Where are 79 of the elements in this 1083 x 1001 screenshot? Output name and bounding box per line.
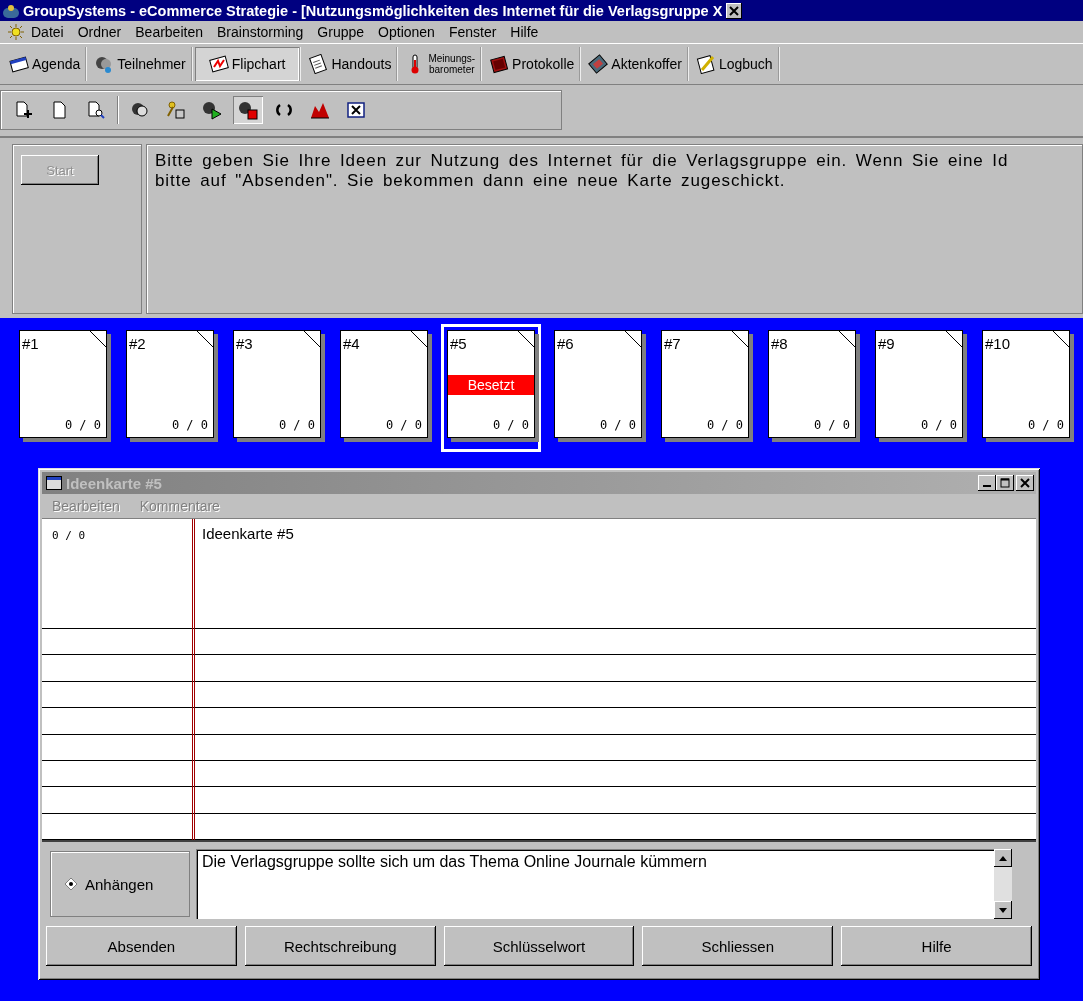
instruction-text: Bitte geben Sie Ihre Ideen zur Nutzung des Internet für die Verlagsgruppe ein. Wenn Sie eine Id — [155, 151, 1010, 171]
folded-corner-icon — [625, 331, 641, 347]
card-number: #1 — [22, 335, 39, 352]
card-slot[interactable]: #10 0 / 0 — [976, 324, 1076, 452]
card-count: 0 / 0 — [492, 418, 529, 432]
folded-corner-icon — [90, 331, 106, 347]
folded-corner-icon — [1053, 331, 1069, 347]
maximize-button[interactable] — [996, 475, 1014, 491]
card-slot[interactable]: #1 0 / 0 — [13, 324, 113, 452]
instruction-text: bitte auf "Absenden". Sie bekommen dann eine neue Karte zugeschickt. — [155, 171, 787, 191]
card-count: 0 / 0 — [171, 418, 208, 432]
card-count: 0 / 0 — [920, 418, 957, 432]
app-logo-icon — [3, 3, 19, 18]
menu-item[interactable]: Ordner — [70, 24, 129, 40]
sun-icon — [8, 24, 24, 40]
minimize-icon — [983, 485, 991, 487]
card-count: 0 / 0 — [64, 418, 101, 432]
card-slot[interactable]: #4 0 / 0 — [334, 324, 434, 452]
card-number: #3 — [236, 335, 253, 352]
card-number: #10 — [985, 335, 1011, 352]
folded-corner-icon — [304, 331, 320, 347]
card-number: #6 — [557, 335, 574, 352]
card-count: 0 / 0 — [385, 418, 422, 432]
idea-input-field[interactable]: Die Verlagsgruppe sollte sich um das Thema Online Journale kümmern — [196, 849, 994, 919]
card-count: 0 / 0 — [1027, 418, 1064, 432]
card-number: #7 — [664, 335, 681, 352]
card-number: #9 — [878, 335, 895, 352]
close-button[interactable] — [1016, 475, 1034, 491]
busy-badge: Besetzt — [448, 375, 534, 395]
dialog-button[interactable]: Absenden — [46, 926, 237, 966]
log-icon — [695, 54, 716, 74]
close-button[interactable] — [726, 2, 743, 19]
card-slot[interactable]: #2 0 / 0 — [120, 324, 220, 452]
menu-item[interactable]: Optionen — [371, 24, 442, 40]
menu-item[interactable]: Fenster — [441, 24, 504, 40]
folded-corner-icon — [839, 331, 855, 347]
dialog-button[interactable]: Rechtschreibung — [244, 926, 436, 966]
card-slot[interactable]: #7 0 / 0 — [655, 324, 755, 452]
dialog-button[interactable]: Schlüsselwort — [443, 926, 635, 966]
folded-corner-icon — [946, 331, 962, 347]
append-radio[interactable]: Anhängen — [65, 875, 154, 893]
card-count: 0 / 0 — [706, 418, 743, 432]
agenda-icon — [9, 54, 29, 74]
scrollbar[interactable] — [994, 849, 1012, 919]
window-title: Ideenkarte #5 — [66, 474, 162, 492]
scroll-down-icon[interactable] — [999, 907, 1007, 913]
maximize-icon — [1000, 478, 1010, 488]
window-title: GroupSystems - eCommerce Strategie - [Nutzungsmöglichkeiten des Internet für die Verlagsgruppe X — [23, 2, 723, 19]
card-count: 0 / 0 — [278, 418, 315, 432]
folded-corner-icon — [197, 331, 213, 347]
card-slot[interactable]: #9 0 / 0 — [869, 324, 969, 452]
handouts-icon — [308, 54, 329, 74]
card-number: #5 — [450, 335, 467, 352]
entry-count: 0 / 0 — [51, 528, 87, 542]
scroll-up-icon[interactable] — [999, 855, 1007, 861]
folded-corner-icon — [411, 331, 427, 347]
card-number: #4 — [343, 335, 360, 352]
card-slot[interactable]: #6 0 / 0 — [548, 324, 648, 452]
card-number: #2 — [129, 335, 146, 352]
menu-item[interactable]: Datei — [24, 24, 71, 40]
card-slot[interactable]: #8 0 / 0 — [762, 324, 862, 452]
card-count: 0 / 0 — [599, 418, 636, 432]
card-count: 0 / 0 — [813, 418, 850, 432]
card-slot[interactable]: #5 Besetzt 0 / 0 — [441, 324, 541, 452]
minimize-button[interactable] — [978, 475, 996, 491]
flipchart-icon — [208, 54, 229, 74]
menu-item[interactable]: Hilfe — [503, 24, 546, 40]
card-slot[interactable]: #3 0 / 0 — [227, 324, 327, 452]
card-number: #8 — [771, 335, 788, 352]
menu-item[interactable]: Bearbeiten — [128, 24, 210, 40]
window-icon — [46, 476, 62, 490]
menu-item[interactable]: Gruppe — [310, 24, 372, 40]
menu-item[interactable]: Brainstorming — [210, 24, 311, 40]
toolbar-button[interactable]: Flipchart — [194, 47, 302, 81]
folded-corner-icon — [732, 331, 748, 347]
dialog-button[interactable]: Schliessen — [642, 926, 834, 966]
entry-text: Ideenkarte #5 — [202, 525, 294, 542]
dialog-button[interactable]: Hilfe — [841, 926, 1032, 966]
folded-corner-icon — [518, 331, 534, 347]
